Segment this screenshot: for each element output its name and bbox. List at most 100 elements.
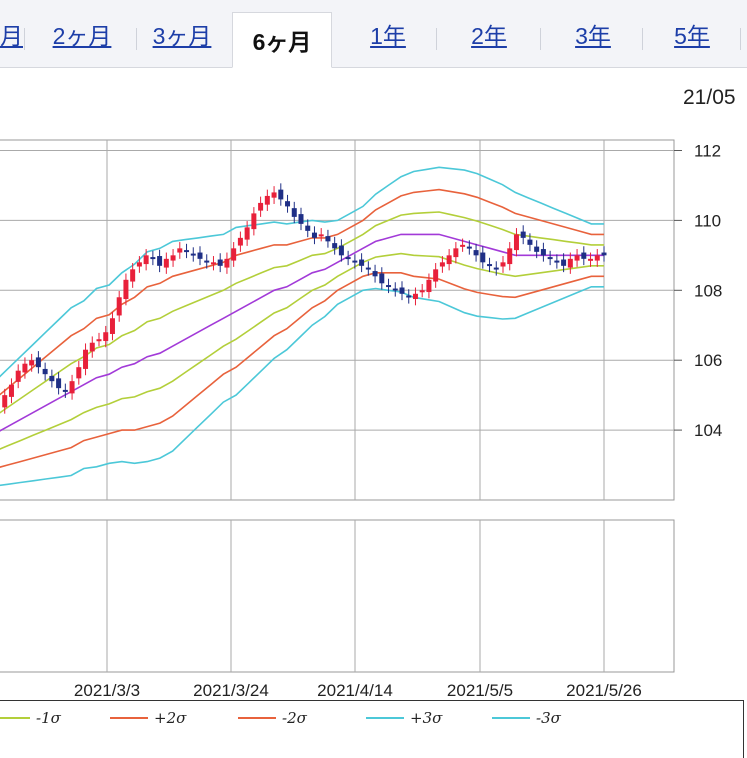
candle-body <box>412 293 418 300</box>
x-tick-label: 2021/4/14 <box>317 681 393 700</box>
candle-body <box>305 225 311 231</box>
candle-body <box>567 258 573 268</box>
candle-body <box>116 297 122 316</box>
candle-body <box>217 259 223 266</box>
candle-body <box>22 363 28 373</box>
candle-body <box>527 239 533 245</box>
candle-body <box>513 234 519 251</box>
candle-body <box>237 237 243 246</box>
candle-body <box>190 253 196 256</box>
candle-body <box>520 231 526 238</box>
candle-body <box>170 255 176 261</box>
legend-item-minus1sigma: -1σ <box>0 709 61 727</box>
legend-label: +3σ <box>410 709 443 727</box>
legend-line <box>492 717 530 719</box>
candle-body <box>466 246 472 249</box>
candle-body <box>298 214 304 224</box>
legend-line <box>366 717 404 719</box>
candle-body <box>244 227 250 240</box>
legend-line <box>238 717 276 719</box>
legend-item-plus2sigma: +2σ <box>110 709 186 727</box>
x-tick-label: 2021/3/24 <box>193 681 269 700</box>
candle-body <box>480 252 486 263</box>
candle-body <box>439 262 445 267</box>
candle-body <box>318 234 324 237</box>
candle-body <box>594 255 600 261</box>
candle-body <box>136 262 142 267</box>
candle-body <box>561 259 567 266</box>
main-plot-frame <box>0 139 675 501</box>
candle-body <box>379 273 385 284</box>
candle-body <box>210 262 216 265</box>
candle-body <box>574 255 580 261</box>
candle-body <box>487 264 493 267</box>
candle-body <box>325 236 331 242</box>
candle-body <box>345 257 351 260</box>
candle-body <box>581 252 587 259</box>
candle-body <box>460 244 466 247</box>
candle-body <box>446 255 452 265</box>
candle-body <box>76 367 82 379</box>
candle-body <box>534 246 540 252</box>
candle-body <box>163 258 169 268</box>
legend-item-minus3sigma: -3σ <box>492 709 561 727</box>
y-tick-label: 112 <box>694 141 721 160</box>
candle-body <box>130 269 136 282</box>
candle-body <box>547 257 553 260</box>
candle-body <box>278 189 284 200</box>
x-tick-label: 2021/5/5 <box>447 681 513 700</box>
candle-body <box>123 279 129 300</box>
candle-body <box>15 370 21 382</box>
candle-body <box>601 252 607 256</box>
candle-body <box>419 290 425 293</box>
y-tick-label: 104 <box>694 421 722 440</box>
candle-body <box>365 267 371 270</box>
candle-body <box>2 395 8 408</box>
legend-item-minus2sigma: -2σ <box>238 709 307 727</box>
legend-label: -2σ <box>282 709 307 727</box>
candle-body <box>184 250 190 253</box>
candle-body <box>426 279 432 293</box>
candle-body <box>285 201 291 207</box>
candle-body <box>56 378 62 389</box>
candle-body <box>197 252 203 259</box>
candle-body <box>89 342 95 352</box>
candle-body <box>372 271 378 277</box>
candle-body <box>150 257 156 260</box>
candle-body <box>311 232 317 238</box>
y-tick-label: 108 <box>694 281 722 300</box>
legend-label: -1σ <box>36 709 61 727</box>
candle-body <box>69 381 75 394</box>
candlestick-chart: 2/102021/3/32021/3/242021/4/142021/5/520… <box>0 139 722 700</box>
legend-item-plus3sigma: +3σ <box>366 709 442 727</box>
candle-body <box>386 285 392 288</box>
candle-body <box>49 375 55 382</box>
candle-body <box>493 267 499 270</box>
x-tick-label: 2021/3/3 <box>74 681 140 700</box>
candle-body <box>453 248 459 258</box>
candle-body <box>352 260 358 263</box>
candle-body <box>473 250 479 256</box>
candle-body <box>588 258 594 261</box>
candle-body <box>433 269 439 282</box>
candle-body <box>29 360 35 366</box>
lower-panel-frame <box>0 519 675 673</box>
candle-body <box>143 255 149 265</box>
candle-body <box>224 258 230 268</box>
minus2sigma-line <box>0 271 604 468</box>
candle-body <box>338 245 344 256</box>
candle-body <box>271 192 277 198</box>
legend-line <box>110 717 148 719</box>
x-tick-label: 2021/5/26 <box>566 681 642 700</box>
candle-body <box>264 195 270 205</box>
candle-body <box>500 262 506 267</box>
candle-body <box>103 332 109 341</box>
legend-line <box>0 717 30 719</box>
legend-label: +2σ <box>154 709 187 727</box>
candle-body <box>231 248 237 261</box>
candle-body <box>83 349 89 369</box>
candle-body <box>204 260 210 263</box>
plus1sigma-line <box>0 211 604 414</box>
candle-body <box>359 259 365 266</box>
candle-body <box>291 208 297 217</box>
